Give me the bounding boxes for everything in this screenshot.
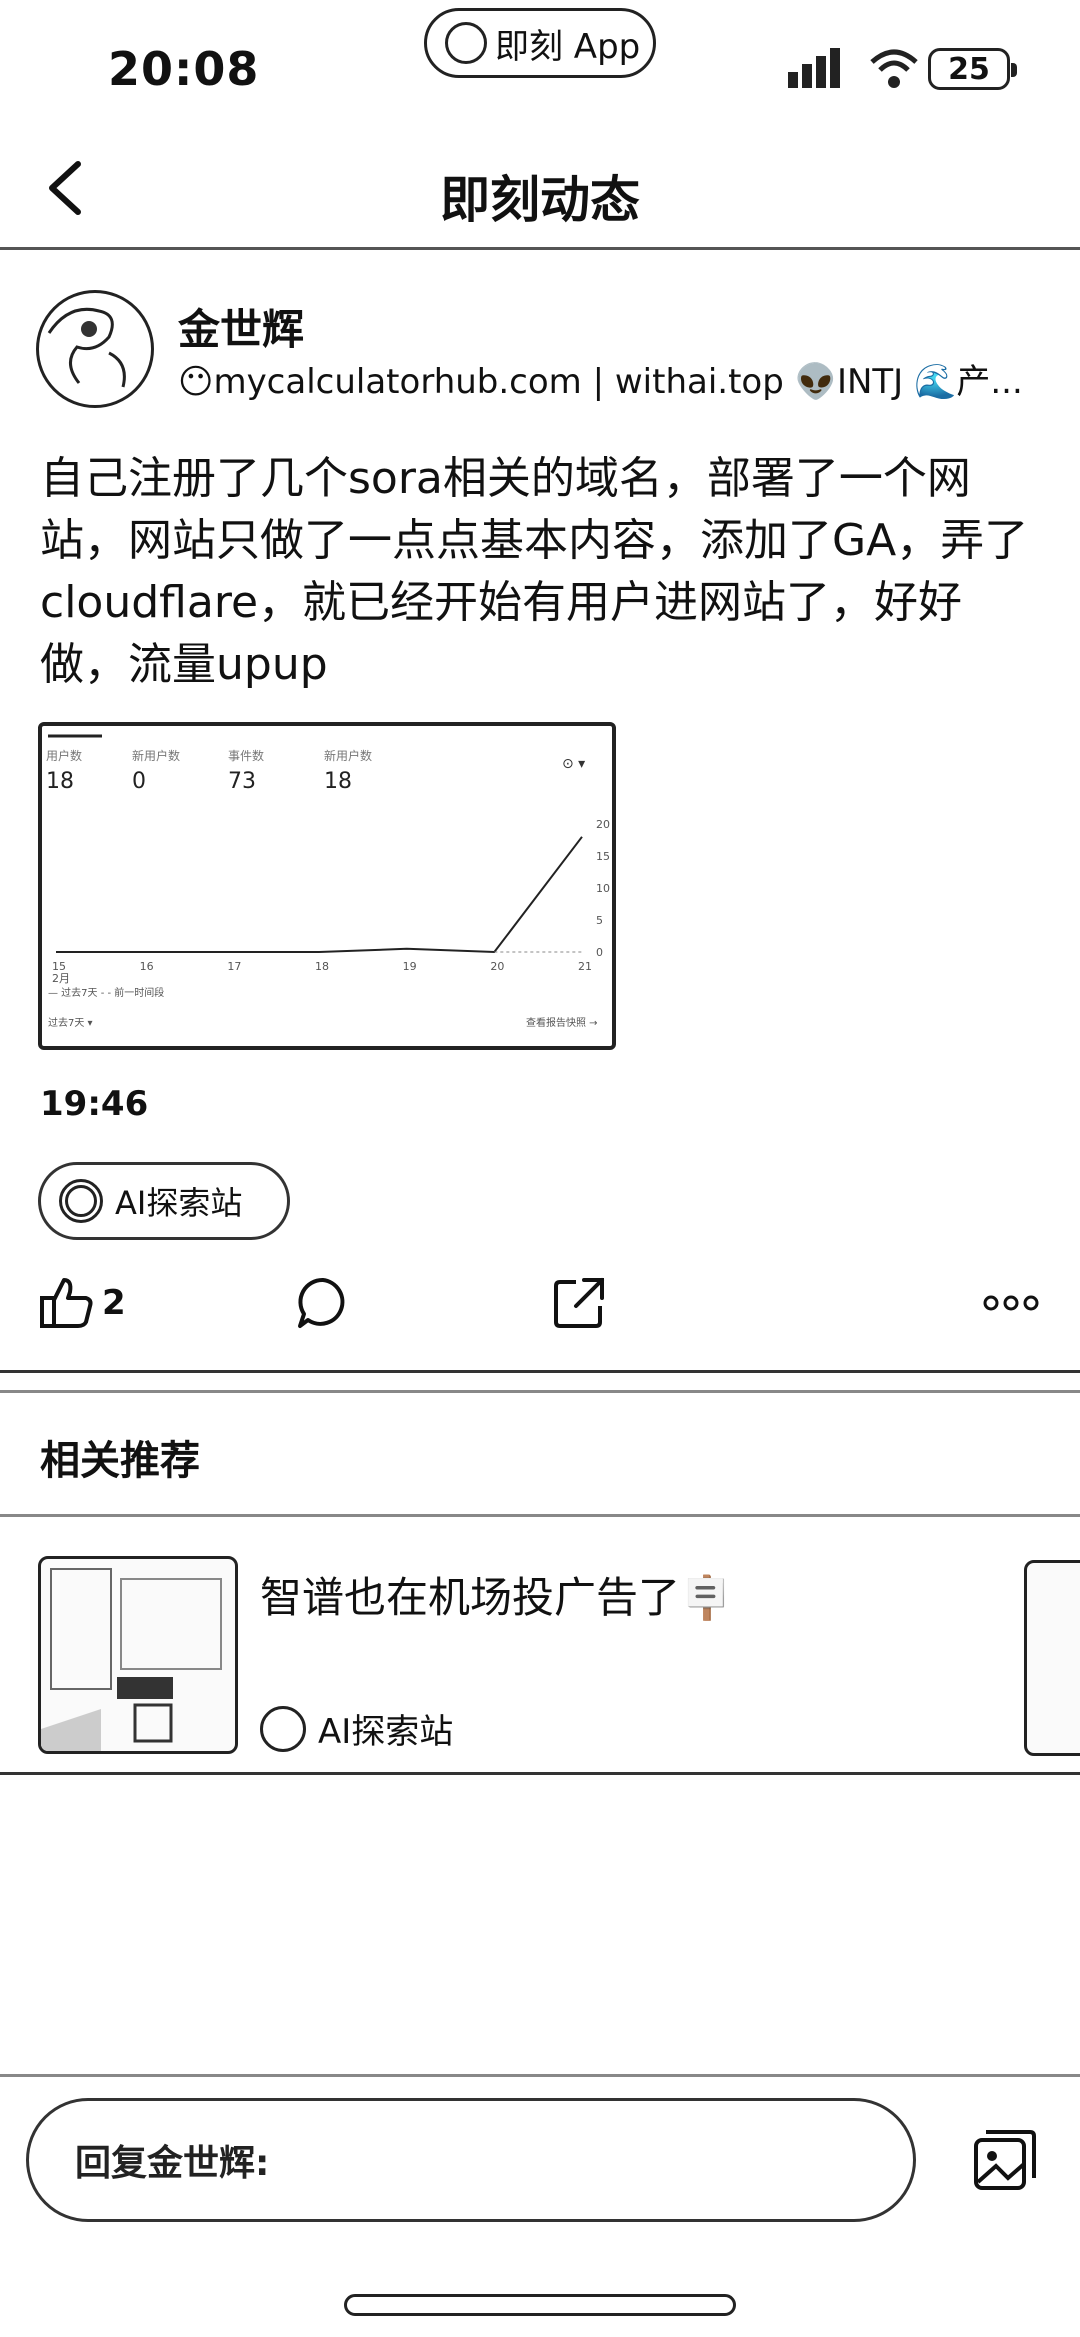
chart-y-tick: 0: [596, 946, 603, 959]
svg-text:⊙ ▾: ⊙ ▾: [562, 756, 585, 772]
related-title[interactable]: 智谱也在机场投广告了🪧: [260, 1564, 732, 1625]
home-indicator: [344, 2294, 736, 2316]
post-actions: 2: [0, 1268, 1080, 1348]
more-dots-icon: [983, 1295, 1039, 1311]
chart-stat-label: 新用户数: [324, 748, 372, 763]
image-picker-icon[interactable]: [972, 2128, 1038, 2194]
thumbs-up-icon: [40, 1278, 93, 1328]
like-button[interactable]: 2: [38, 1268, 126, 1338]
chart-stat-label: 事件数: [228, 748, 264, 763]
chart-stat-label: 用户数: [46, 748, 82, 763]
related-next-thumbnail[interactable]: [1024, 1560, 1080, 1756]
chart-x-sub: 2月: [52, 972, 70, 985]
chart-y-tick: 10: [596, 882, 610, 895]
app-pill-label: 即刻 App: [495, 26, 641, 67]
share-button[interactable]: [550, 1268, 608, 1338]
like-count: 2: [102, 1283, 126, 1323]
reply-divider: [0, 2074, 1080, 2077]
battery-level: 25: [948, 51, 990, 87]
status-time: 20:08: [108, 42, 260, 96]
chart-x-tick: 19: [403, 960, 417, 973]
chart-x-tick: 21: [578, 960, 592, 973]
related-heading: 相关推荐: [40, 1438, 200, 1484]
post-author[interactable]: 金世辉 😶mycalculatorhub.com | withai.top 👽I…: [36, 290, 1056, 410]
divider: [0, 1390, 1080, 1393]
chart-stat-value: 73: [228, 769, 256, 794]
chart-footer-left: 过去7天 ▾: [48, 1016, 93, 1029]
chart-stat-label: 新用户数: [132, 748, 180, 763]
app-pill[interactable]: 即刻 App: [424, 8, 656, 78]
chart-x-tick: 18: [315, 960, 329, 973]
more-button[interactable]: [982, 1268, 1040, 1338]
post-content: 自己注册了几个sora相关的域名，部署了一个网站，网站只做了一点点基本内容，添加…: [40, 453, 1029, 690]
battery-icon: 25: [928, 48, 1017, 90]
topic-icon: [260, 1705, 306, 1752]
comment-button[interactable]: [294, 1268, 352, 1338]
chart-legend: — 过去7天 - - 前一时间段: [48, 986, 164, 999]
chart-stat-value: 18: [324, 769, 352, 794]
topic-icon: [59, 1179, 103, 1223]
wifi-icon: [870, 49, 918, 88]
share-icon: [554, 1278, 604, 1328]
avatar[interactable]: [36, 290, 154, 408]
topic-label: AI探索站: [115, 1184, 243, 1222]
related-topic[interactable]: AI探索站: [260, 1704, 453, 1753]
author-name[interactable]: 金世辉: [178, 296, 304, 357]
post-time: 19:46: [40, 1084, 149, 1124]
analytics-chart: 用户数18新用户数0事件数73新用户数18 20151050 15 16 17 18 1…: [46, 734, 610, 1029]
post-image-chart[interactable]: 用户数 18 新用户数 0 事件数 73 新用户数 18 20 15 10 5 0 15 16 17 18 1…: [38, 722, 616, 1050]
related-topic-label: AI探索站: [318, 1712, 454, 1752]
chart-stat-value: 0: [132, 769, 146, 794]
comment-bubble-icon: [298, 1277, 345, 1328]
divider: [0, 1514, 1080, 1517]
related-thumbnail: [38, 1556, 238, 1754]
chart-series-line: [56, 836, 583, 954]
chart-y-tick: 15: [596, 850, 610, 863]
chart-x-tick: 16: [140, 960, 154, 973]
chart-stat-value: 18: [46, 769, 74, 794]
nav-bar: 即刻动态: [0, 130, 1080, 250]
related-item[interactable]: 智谱也在机场投广告了🪧 AI探索站: [38, 1556, 1080, 1756]
divider: [0, 1772, 1080, 1775]
jike-logo-icon: [445, 22, 487, 64]
reply-input[interactable]: 回复金世辉:: [26, 2098, 916, 2222]
topic-tag[interactable]: AI探索站: [38, 1162, 290, 1240]
chart-y-tick: 20: [596, 818, 610, 831]
author-bio: 😶mycalculatorhub.com | withai.top 👽INTJ …: [178, 362, 1023, 402]
chart-footer-right: 查看报告快照 →: [526, 1016, 598, 1029]
chart-x-tick: 17: [227, 960, 241, 973]
page-title: 即刻动态: [440, 171, 640, 229]
chart-y-tick: 5: [596, 914, 603, 927]
chart-x-tick: 20: [490, 960, 504, 973]
divider: [0, 1370, 1080, 1373]
reply-placeholder: 回复金世辉:: [75, 2143, 270, 2184]
signal-icon: [788, 48, 840, 88]
status-bar: 20:08 即刻 App 25: [0, 0, 1080, 130]
